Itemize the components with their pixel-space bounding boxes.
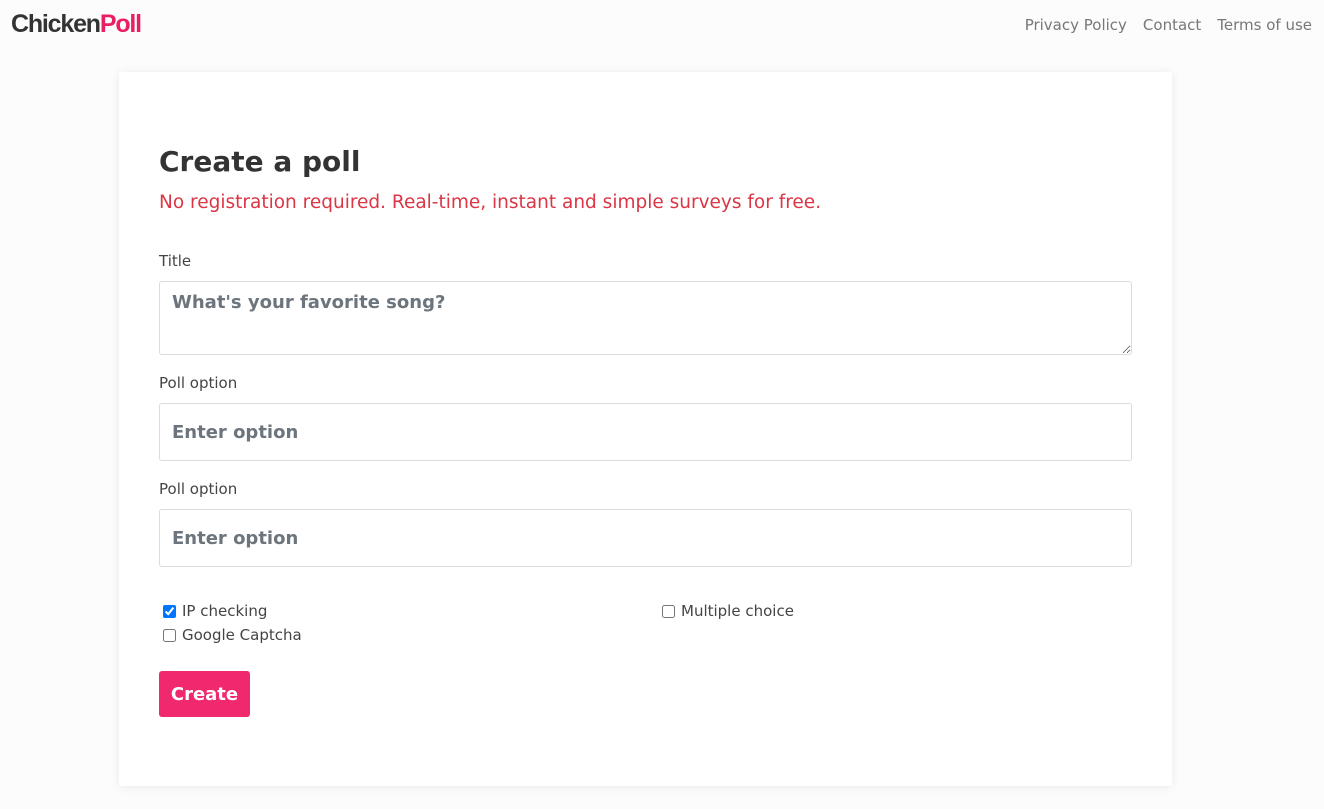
ip-checking-option[interactable]: IP checking (163, 601, 267, 621)
ip-checking-checkbox[interactable] (163, 604, 176, 618)
nav-links: Privacy Policy Contact Terms of use (1025, 15, 1312, 35)
brand-text-poll: Poll (99, 10, 142, 38)
create-button[interactable]: Create (159, 671, 250, 717)
create-poll-card: Create a poll No registration required. … (119, 72, 1172, 786)
google-captcha-option[interactable]: Google Captcha (163, 625, 302, 645)
google-captcha-label: Google Captcha (182, 626, 302, 644)
multiple-choice-option[interactable]: Multiple choice (662, 601, 794, 621)
poll-option-label-1: Poll option (159, 374, 238, 392)
title-input[interactable] (159, 281, 1132, 355)
title-label: Title (159, 252, 192, 270)
brand-text-chicken: Chicken (11, 10, 101, 38)
poll-option-input-2[interactable] (159, 509, 1132, 567)
brand-logo[interactable]: ChickenPoll (11, 9, 142, 39)
multiple-choice-label: Multiple choice (681, 602, 794, 620)
poll-option-label-2: Poll option (159, 480, 238, 498)
page-title: Create a poll (159, 145, 361, 178)
nav-link-contact[interactable]: Contact (1143, 15, 1201, 35)
navbar: ChickenPoll Privacy Policy Contact Terms… (0, 0, 1324, 52)
google-captcha-checkbox[interactable] (163, 628, 176, 642)
nav-link-privacy-policy[interactable]: Privacy Policy (1025, 15, 1127, 35)
nav-link-terms-of-use[interactable]: Terms of use (1217, 15, 1312, 35)
page-subtitle: No registration required. Real-time, ins… (159, 192, 822, 213)
ip-checking-label: IP checking (182, 602, 268, 620)
multiple-choice-checkbox[interactable] (662, 604, 675, 618)
poll-option-input-1[interactable] (159, 403, 1132, 461)
